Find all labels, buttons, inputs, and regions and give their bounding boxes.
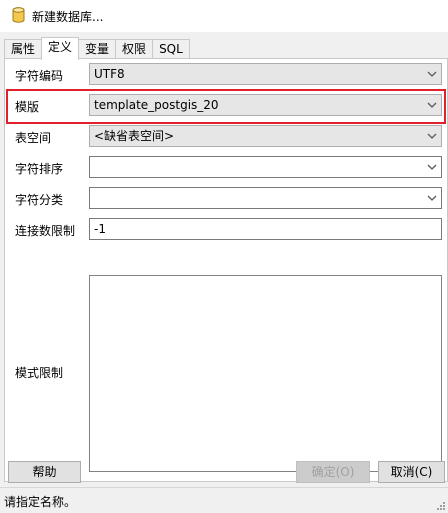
chevron-down-icon <box>427 195 437 201</box>
tab-variables[interactable]: 变量 <box>78 39 117 59</box>
tab-strip: 属性 定义 变量 权限 SQL <box>4 37 190 60</box>
encoding-value: UTF8 <box>94 67 125 81</box>
connection-limit-input[interactable]: -1 <box>89 218 442 240</box>
ctype-label: 字符分类 <box>15 193 64 207</box>
tab-properties[interactable]: 属性 <box>4 39 43 59</box>
tab-privileges[interactable]: 权限 <box>115 39 154 59</box>
status-bar: 请指定名称。 <box>0 487 448 513</box>
template-select[interactable]: template_postgis_20 <box>89 94 442 116</box>
ctype-select[interactable] <box>89 187 442 209</box>
tablespace-select[interactable]: <缺省表空间> <box>89 125 442 147</box>
chevron-down-icon <box>427 133 437 139</box>
status-text: 请指定名称。 <box>4 495 77 509</box>
collation-label: 字符排序 <box>15 162 64 176</box>
definition-panel: 字符编码 UTF8 模版 template_postgis_20 表空间 <缺省… <box>4 58 448 482</box>
resize-grip-icon[interactable] <box>436 501 446 511</box>
database-icon <box>12 7 25 23</box>
collation-select[interactable] <box>89 156 442 178</box>
connection-limit-label: 连接数限制 <box>15 224 76 238</box>
ok-button[interactable]: 确定(O) <box>296 461 370 483</box>
cancel-button[interactable]: 取消(C) <box>378 461 445 483</box>
template-label: 模版 <box>15 100 40 114</box>
window-title: 新建数据库... <box>32 10 104 24</box>
encoding-select[interactable]: UTF8 <box>89 63 442 85</box>
dialog-body: 属性 定义 变量 权限 SQL 字符编码 UTF8 模版 template_po… <box>0 32 448 487</box>
encoding-label: 字符编码 <box>15 69 64 83</box>
tab-definition[interactable]: 定义 <box>41 37 80 60</box>
schema-restriction-textarea[interactable] <box>89 275 442 472</box>
chevron-down-icon <box>427 102 437 108</box>
new-database-dialog: 新建数据库... 属性 定义 变量 权限 SQL 字符编码 UTF8 模版 te… <box>0 0 448 513</box>
connection-limit-value: -1 <box>94 222 106 236</box>
chevron-down-icon <box>427 164 437 170</box>
title-bar[interactable]: 新建数据库... <box>0 0 448 32</box>
help-button[interactable]: 帮助 <box>8 461 81 483</box>
chevron-down-icon <box>427 71 437 77</box>
tab-sql[interactable]: SQL <box>152 39 190 59</box>
template-value: template_postgis_20 <box>94 98 219 112</box>
tablespace-label: 表空间 <box>15 131 52 145</box>
tablespace-value: <缺省表空间> <box>94 129 175 143</box>
schema-restriction-label: 模式限制 <box>15 366 64 380</box>
